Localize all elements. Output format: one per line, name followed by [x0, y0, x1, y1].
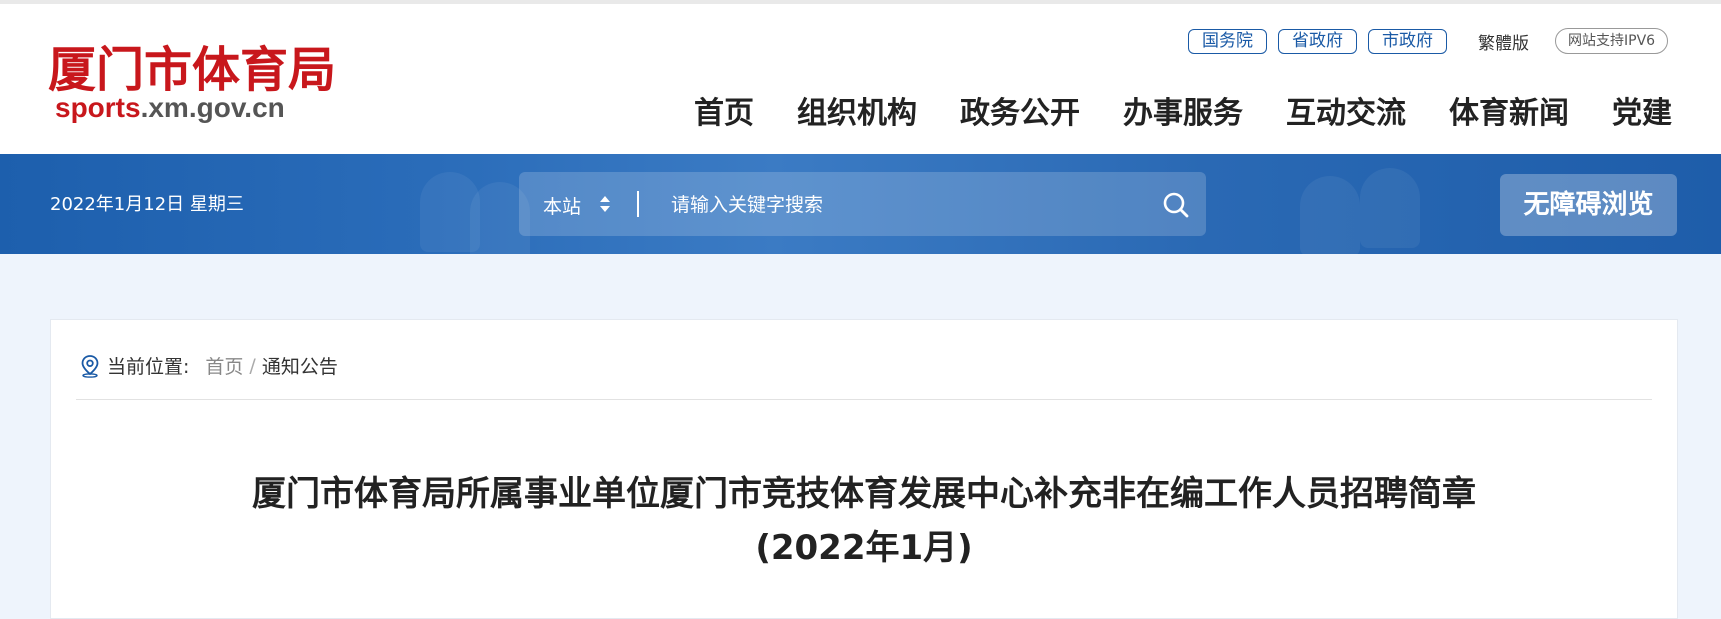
nav-item-home[interactable]: 首页	[694, 88, 754, 132]
nav-item-party[interactable]: 党建	[1612, 88, 1672, 132]
gov-link-state-council[interactable]: 国务院	[1188, 28, 1267, 54]
site-header: 厦门市体育局 sports.xm.gov.cn 国务院 省政府 市政府 繁體版 …	[0, 4, 1721, 154]
main-nav: 首页 组织机构 政务公开 办事服务 互动交流 体育新闻 党建	[694, 88, 1672, 132]
content-card: 当前位置: 首页 / 通知公告 厦门市体育局所属事业单位厦门市竞技体育发展中心补…	[50, 319, 1678, 619]
search-box: 本站	[519, 172, 1206, 236]
breadcrumb-current[interactable]: 通知公告	[262, 352, 338, 379]
nav-item-sports-news[interactable]: 体育新闻	[1449, 88, 1569, 132]
gov-link-province[interactable]: 省政府	[1278, 28, 1357, 54]
site-domain-prefix: sports	[55, 92, 141, 123]
breadcrumb: 当前位置: 首页 / 通知公告	[79, 352, 338, 379]
breadcrumb-separator: /	[249, 354, 256, 377]
site-domain: sports.xm.gov.cn	[55, 92, 285, 124]
accessibility-button[interactable]: 无障碍浏览	[1500, 174, 1677, 236]
traditional-chinese-link[interactable]: 繁體版	[1478, 29, 1529, 54]
location-pin-icon	[81, 354, 99, 378]
article-title: 厦门市体育局所属事业单位厦门市竞技体育发展中心补充非在编工作人员招聘简章	[252, 474, 1476, 514]
banner-decoration	[1360, 168, 1420, 248]
search-divider	[637, 191, 639, 217]
search-input[interactable]	[669, 185, 1143, 225]
ipv6-badge: 网站支持IPV6	[1555, 28, 1669, 54]
search-banner: 2022年1月12日 星期三 本站 无障碍浏览	[0, 154, 1721, 254]
search-scope-select[interactable]: 本站	[543, 192, 581, 219]
nav-item-organization[interactable]: 组织机构	[797, 88, 917, 132]
nav-item-interaction[interactable]: 互动交流	[1286, 88, 1406, 132]
nav-item-services[interactable]: 办事服务	[1123, 88, 1243, 132]
breadcrumb-label: 当前位置:	[107, 356, 190, 378]
banner-decoration	[1300, 176, 1360, 254]
breadcrumb-home-link[interactable]: 首页	[205, 352, 243, 379]
sort-arrows-icon[interactable]	[599, 194, 611, 214]
breadcrumb-divider	[76, 399, 1652, 400]
current-date: 2022年1月12日 星期三	[50, 194, 244, 215]
site-logo[interactable]: 厦门市体育局	[48, 30, 336, 100]
site-domain-suffix: .xm.gov.cn	[140, 92, 285, 123]
search-icon[interactable]	[1162, 191, 1190, 219]
gov-links-bar: 国务院 省政府 市政府 繁體版 网站支持IPV6	[1188, 28, 1669, 54]
article-subtitle: (2022年1月)	[755, 528, 973, 568]
nav-item-public-affairs[interactable]: 政务公开	[960, 88, 1080, 132]
gov-link-city[interactable]: 市政府	[1368, 28, 1447, 54]
